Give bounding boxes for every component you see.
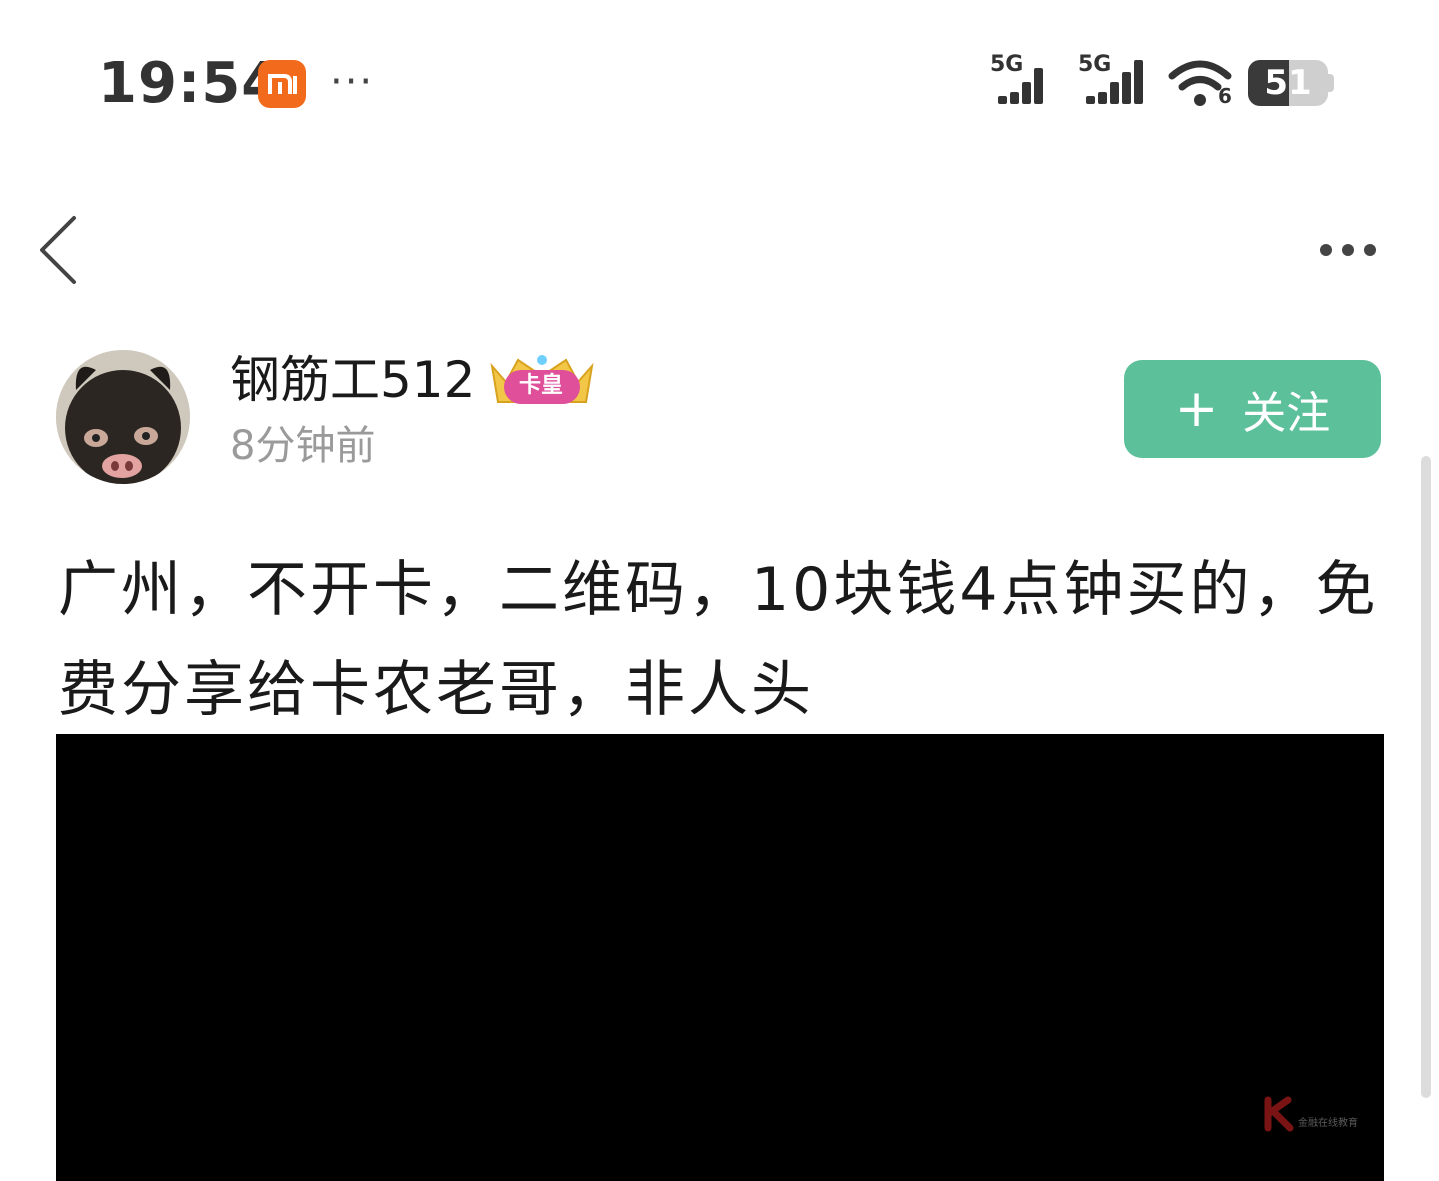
more-options-button[interactable] <box>1310 232 1386 268</box>
signal-bars-icon <box>998 68 1043 104</box>
more-horizontal-icon <box>1320 244 1376 256</box>
post-image[interactable] <box>56 734 1384 1181</box>
avatar[interactable] <box>56 350 190 484</box>
status-bar: 19:54 ··· 5G 5G 6 51 <box>0 0 1439 170</box>
post-time: 8分钟前 <box>230 423 376 469</box>
battery-body: 51 <box>1248 60 1328 106</box>
battery-cap <box>1328 74 1334 92</box>
back-button[interactable] <box>30 210 90 290</box>
post-content: 广州，不开卡，二维码，10块钱4点钟买的，免费分享给卡农老哥，非人头 <box>58 555 1379 725</box>
chevron-left-icon <box>40 216 76 284</box>
wifi-version-label: 6 <box>1218 84 1232 108</box>
author-name[interactable]: 钢筋工512 <box>230 348 475 412</box>
user-level-badge: 卡皇 <box>518 373 563 398</box>
more-notifications-icon: ··· <box>330 59 375 105</box>
pig-avatar-image <box>56 350 190 484</box>
status-time: 19:54 <box>98 51 282 116</box>
follow-button[interactable]: + 关注 <box>1124 360 1381 458</box>
watermark-text: 金融在线教育 <box>1298 1118 1358 1129</box>
battery-level: 51 <box>1264 63 1312 103</box>
wifi-icon: 6 <box>1168 56 1238 108</box>
follow-label: 关注 <box>1242 388 1331 439</box>
scrollbar[interactable] <box>1421 456 1431 1098</box>
plus-icon: + <box>1174 379 1219 439</box>
signal-bars-icon <box>1086 60 1143 104</box>
battery-indicator: 51 <box>1248 60 1334 106</box>
xiaomi-icon <box>258 60 306 108</box>
